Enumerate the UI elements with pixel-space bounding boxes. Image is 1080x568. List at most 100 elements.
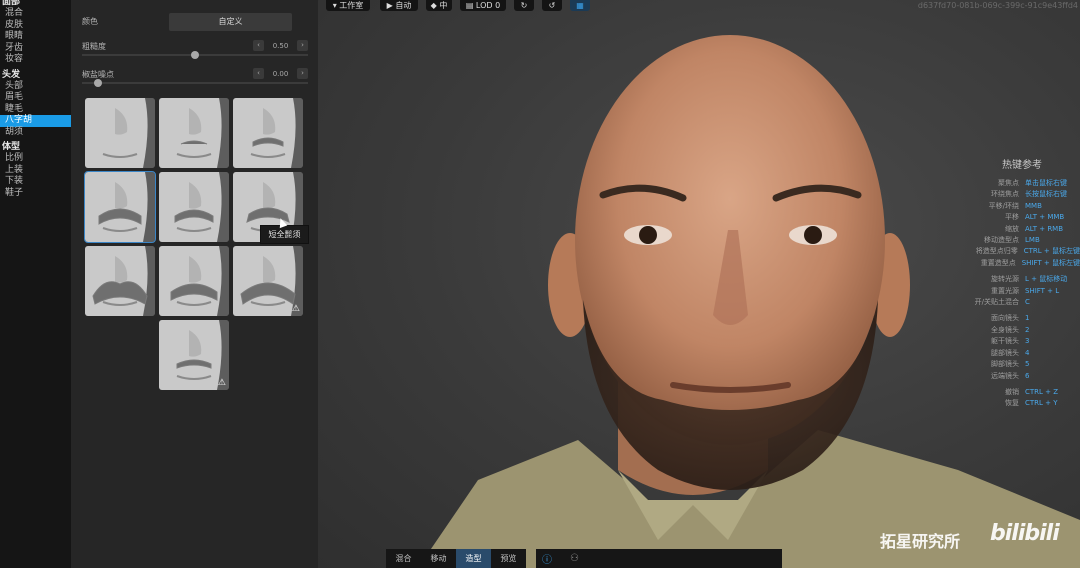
hotkey-row: 躯干镜头 3 xyxy=(938,336,1080,347)
mode-tab[interactable]: 移动 xyxy=(421,549,456,568)
hotkey-action: 远端镜头 xyxy=(991,371,1019,380)
nav-item[interactable]: 牙齿 xyxy=(0,43,71,55)
hotkey-action: 腿部镜头 xyxy=(991,348,1019,357)
hotkey-binding: 6 xyxy=(1025,371,1030,380)
character-viewport[interactable]: ▾ 工作室 ▶ 自动 ◆ 中 ▤ LOD 0 ↻ ↺ ▦ d637fd70-08… xyxy=(318,0,1080,568)
hotkey-action: 平移/环绕 xyxy=(988,201,1019,210)
mustache-preset-thumbnail[interactable] xyxy=(159,172,229,242)
hotkey-row: 重置造型点 SHIFT + 鼠标左键 xyxy=(938,258,1080,269)
hotkey-action: 聚焦点 xyxy=(998,179,1019,187)
hotkey-binding: CTRL + Y xyxy=(1025,399,1058,408)
person-icon[interactable]: ⚇ xyxy=(570,553,579,564)
mustache-preset-thumbnail[interactable] xyxy=(159,98,229,168)
mode-tab[interactable]: 造型 xyxy=(456,549,491,568)
hotkey-binding: 4 xyxy=(1025,348,1030,357)
nav-group-hair[interactable]: 头发 xyxy=(0,70,71,81)
preset-tooltip: 短全髭须 xyxy=(260,225,309,244)
hotkey-action: 全身镜头 xyxy=(991,325,1019,334)
hotkey-binding: 3 xyxy=(1025,337,1030,346)
salt-noise-decrement-button[interactable]: ‹ xyxy=(253,68,264,79)
category-nav: 面部 混合 皮肤 眼睛 牙齿 妆容 头发 头部 眉毛 睫毛 八字胡 胡须 体型 比例 上装 下装 鞋子 xyxy=(0,0,71,568)
mode-tab[interactable]: 混合 xyxy=(386,549,421,568)
salt-noise-slider-track[interactable] xyxy=(82,82,308,84)
nav-item[interactable]: 下装 xyxy=(0,176,71,188)
hotkey-binding: L + 鼠标移动 xyxy=(1025,275,1068,284)
mustache-preset-thumbnail[interactable] xyxy=(85,246,155,316)
warning-icon: ⚠ xyxy=(217,378,226,388)
hotkey-binding: CTRL + Z xyxy=(1025,387,1059,396)
nav-item[interactable]: 上装 xyxy=(0,165,71,177)
hotkey-binding: ALT + MMB xyxy=(1025,213,1065,222)
hotkey-action: 重置造型点 xyxy=(980,258,1016,267)
salt-noise-stepper: ‹ 0.00 › xyxy=(253,68,308,79)
hotkey-row: 将造型点归零 CTRL + 鼠标左键 xyxy=(938,246,1080,257)
hotkey-action: 重置光源 xyxy=(991,286,1019,295)
roughness-decrement-button[interactable]: ‹ xyxy=(253,40,264,51)
nav-item[interactable]: 睫毛 xyxy=(0,104,71,116)
hotkey-binding: 2 xyxy=(1025,325,1030,334)
bilibili-logo: bilibili xyxy=(990,521,1060,546)
hotkey-action: 恢复 xyxy=(1005,399,1019,408)
mustache-preset-thumbnail[interactable] xyxy=(233,98,303,168)
nav-item[interactable]: 胡须 xyxy=(0,127,71,139)
mustache-preset-thumbnail[interactable] xyxy=(85,98,155,168)
nav-item[interactable]: 妆容 xyxy=(0,54,71,66)
mustache-preset-thumbnail[interactable] xyxy=(84,171,156,243)
nav-group-body[interactable]: 体型 xyxy=(0,142,71,153)
nav-item[interactable]: 混合 xyxy=(0,8,71,20)
hotkey-row: 缩放 ALT + RMB xyxy=(938,224,1080,235)
hotkey-action: 面向镜头 xyxy=(991,314,1019,323)
hotkey-row: 撤销 CTRL + Z xyxy=(938,387,1080,398)
hotkey-binding: MMB xyxy=(1025,201,1042,210)
hotkey-binding: SHIFT + L xyxy=(1025,286,1060,295)
hotkey-binding: 长按鼠标右键 xyxy=(1025,190,1067,199)
nav-group-face[interactable]: 面部 xyxy=(0,0,71,8)
hotkey-binding: C xyxy=(1025,298,1030,307)
hotkey-reference: 热键参考 聚焦点 单击鼠标右键 环绕焦点 长按鼠标右键 平移/环绕 MMB 平移 ALT + … xyxy=(938,156,1080,410)
nav-item[interactable]: 比例 xyxy=(0,153,71,165)
info-icon[interactable]: ⓘ xyxy=(542,551,552,566)
hotkey-row: 平移 ALT + MMB xyxy=(938,212,1080,223)
bottom-tool-strip: ⓘ ⚇ xyxy=(536,549,782,568)
nav-item[interactable]: 头部 xyxy=(0,81,71,93)
roughness-slider-handle[interactable] xyxy=(191,51,199,59)
hotkey-row: 环绕焦点 长按鼠标右键 xyxy=(938,189,1080,200)
roughness-value[interactable]: 0.50 xyxy=(273,42,289,50)
hotkey-row: 重置光源 SHIFT + L xyxy=(938,286,1080,297)
roughness-label: 粗糙度 xyxy=(82,42,106,51)
color-dropdown[interactable]: 自定义 xyxy=(169,13,292,31)
hotkey-row: 远端镜头 6 xyxy=(938,371,1080,382)
hotkey-action: 将造型点归零 xyxy=(975,247,1018,256)
hotkey-action: 撤销 xyxy=(1005,387,1019,396)
color-label: 颜色 xyxy=(82,17,98,26)
salt-noise-slider-handle[interactable] xyxy=(94,79,102,87)
hotkey-action: 躯干镜头 xyxy=(991,337,1019,346)
hotkey-binding: 5 xyxy=(1025,360,1030,369)
salt-noise-value[interactable]: 0.00 xyxy=(273,70,289,78)
mode-tab[interactable]: 预览 xyxy=(491,549,526,568)
nav-item[interactable]: 鞋子 xyxy=(0,188,71,200)
hotkey-binding: CTRL + 鼠标左键 xyxy=(1023,247,1080,256)
nav-item[interactable]: 眼睛 xyxy=(0,31,71,43)
hotkey-action: 平移 xyxy=(1005,213,1019,222)
nav-item[interactable]: 皮肤 xyxy=(0,20,71,32)
hotkey-row: 移动造型点 LMB xyxy=(938,235,1080,246)
nav-item[interactable]: 八字胡 xyxy=(0,115,71,127)
hotkey-row: 面向镜头 1 xyxy=(938,313,1080,324)
channel-watermark: 拓星研究所 xyxy=(880,532,961,551)
hotkey-binding: ALT + RMB xyxy=(1025,224,1064,233)
mustache-preset-thumbnail[interactable]: ⚠ xyxy=(159,320,229,390)
hotkey-binding: 1 xyxy=(1025,314,1030,323)
salt-noise-increment-button[interactable]: › xyxy=(297,68,308,79)
hotkey-row: 聚焦点 单击鼠标右键 xyxy=(938,178,1080,189)
nav-item[interactable]: 眉毛 xyxy=(0,92,71,104)
hotkey-binding: SHIFT + 鼠标左键 xyxy=(1021,258,1080,267)
hotkey-action: 环绕焦点 xyxy=(991,190,1019,199)
hotkey-binding: LMB xyxy=(1025,236,1040,245)
hotkey-row: 脚部镜头 5 xyxy=(938,359,1080,370)
roughness-increment-button[interactable]: › xyxy=(297,40,308,51)
mustache-preset-thumbnail[interactable]: ⚠ xyxy=(233,246,303,316)
mustache-preset-thumbnail[interactable] xyxy=(159,246,229,316)
hotkey-binding: 单击鼠标右键 xyxy=(1025,179,1067,187)
roughness-stepper: ‹ 0.50 › xyxy=(253,40,308,51)
